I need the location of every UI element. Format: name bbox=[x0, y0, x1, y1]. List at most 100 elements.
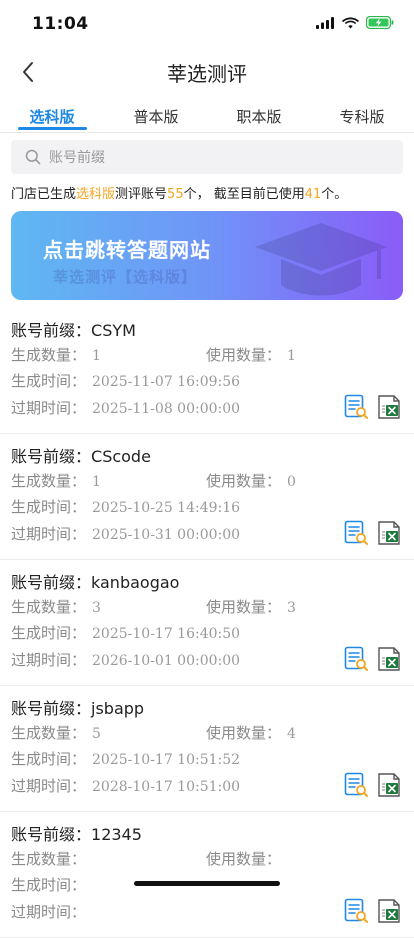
summary-text-1: 门店已生成 bbox=[11, 187, 77, 202]
expire-time-value: 2025-10-31 00:00:00 bbox=[92, 527, 241, 543]
created-time-value: 2025-11-07 16:09:56 bbox=[92, 374, 241, 390]
generated-count: 生成数量： 1 bbox=[11, 344, 101, 365]
banner-subtitle: 莘选测评【选科版】 bbox=[53, 268, 198, 286]
excel-export-button[interactable] bbox=[376, 520, 402, 546]
report-search-icon bbox=[343, 394, 369, 424]
used-count-label: 使用数量： bbox=[206, 472, 282, 490]
generated-count-label: 生成数量： bbox=[11, 472, 87, 490]
expire-time-value: 2025-11-08 00:00:00 bbox=[92, 401, 241, 417]
used-count-label: 使用数量： bbox=[206, 850, 282, 868]
wifi-icon bbox=[342, 17, 359, 28]
expire-time-label: 过期时间： bbox=[11, 525, 87, 543]
status-icons bbox=[316, 16, 394, 29]
expire-time-label: 过期时间： bbox=[11, 399, 87, 417]
graduation-cap-icon bbox=[255, 223, 387, 296]
excel-export-button[interactable] bbox=[376, 772, 402, 798]
expire-time: 过期时间： bbox=[11, 901, 92, 922]
created-time: 生成时间： bbox=[11, 874, 92, 895]
report-search-button[interactable] bbox=[343, 772, 369, 798]
used-count-label: 使用数量： bbox=[206, 598, 282, 616]
page-title: 莘选测评 bbox=[167, 62, 247, 86]
tab-puben[interactable]: 普本版 bbox=[133, 106, 178, 127]
expire-time: 过期时间： 2026-10-01 00:00:00 bbox=[11, 649, 240, 670]
excel-export-icon bbox=[376, 773, 402, 802]
summary-edition: 选科版 bbox=[76, 187, 116, 202]
account-card: 账号前缀：kanbaogao 生成数量： 3 使用数量： 3 生成时间： 2025-10-1… bbox=[0, 560, 414, 686]
status-time: 11:04 bbox=[32, 14, 89, 34]
generated-count-value: 5 bbox=[92, 726, 101, 742]
used-count-value: 0 bbox=[287, 474, 296, 490]
excel-export-button[interactable] bbox=[376, 898, 402, 924]
account-card: 账号前缀：CScode 生成数量： 1 使用数量： 0 生成时间： 2025-10-25 1… bbox=[0, 434, 414, 560]
usage-summary: 门店已生成选科版测评账号55个， 截至目前已使用41个。 bbox=[11, 183, 411, 202]
created-time-label: 生成时间： bbox=[11, 624, 87, 642]
used-count: 使用数量： 3 bbox=[206, 596, 296, 617]
account-prefix-label: 账号前缀： bbox=[11, 573, 92, 592]
search-input[interactable]: 账号前缀 bbox=[11, 140, 403, 174]
account-prefix-label: 账号前缀： bbox=[11, 447, 92, 466]
excel-export-icon bbox=[376, 899, 402, 928]
search-icon bbox=[25, 149, 41, 165]
account-card: 账号前缀：jsbapp 生成数量： 5 使用数量： 4 生成时间： 2025-10-17 1… bbox=[0, 686, 414, 812]
account-prefix: 账号前缀：kanbaogao bbox=[11, 569, 179, 593]
expire-time-label: 过期时间： bbox=[11, 903, 87, 921]
summary-used-count: 41 bbox=[304, 187, 322, 202]
summary-text-2: 测评账号 bbox=[115, 187, 168, 202]
created-time: 生成时间： 2025-10-25 14:49:16 bbox=[11, 496, 240, 517]
used-count-value: 1 bbox=[287, 348, 296, 364]
excel-export-button[interactable] bbox=[376, 394, 402, 420]
excel-export-icon bbox=[376, 395, 402, 424]
excel-export-icon bbox=[376, 647, 402, 676]
excel-export-button[interactable] bbox=[376, 646, 402, 672]
account-prefix: 账号前缀：CScode bbox=[11, 443, 151, 467]
summary-text-4: 个。 bbox=[321, 187, 348, 202]
account-prefix-value: CScode bbox=[91, 447, 151, 466]
generated-count-label: 生成数量： bbox=[11, 346, 87, 364]
used-count-label: 使用数量： bbox=[206, 724, 282, 742]
generated-count-label: 生成数量： bbox=[11, 724, 87, 742]
generated-count-value: 3 bbox=[92, 600, 101, 616]
report-search-button[interactable] bbox=[343, 394, 369, 420]
generated-count: 生成数量： 5 bbox=[11, 722, 101, 743]
expire-time-value: 2026-10-01 00:00:00 bbox=[92, 653, 241, 669]
report-search-button[interactable] bbox=[343, 898, 369, 924]
used-count: 使用数量： 0 bbox=[206, 470, 296, 491]
account-prefix: 账号前缀：CSYM bbox=[11, 317, 136, 341]
status-bar: 11:04 bbox=[0, 0, 414, 48]
report-search-icon bbox=[343, 646, 369, 676]
account-prefix-label: 账号前缀： bbox=[11, 825, 92, 844]
tab-xuanke[interactable]: 选科版 bbox=[29, 106, 74, 127]
expire-time-label: 过期时间： bbox=[11, 777, 87, 795]
report-search-icon bbox=[343, 772, 369, 802]
expire-time: 过期时间： 2025-11-08 00:00:00 bbox=[11, 397, 240, 418]
generated-count-value: 1 bbox=[92, 474, 101, 490]
expire-time: 过期时间： 2025-10-31 00:00:00 bbox=[11, 523, 240, 544]
search-placeholder: 账号前缀 bbox=[49, 150, 105, 166]
account-prefix-value: 12345 bbox=[91, 825, 142, 844]
used-count: 使用数量： bbox=[206, 848, 287, 869]
created-time: 生成时间： 2025-10-17 16:40:50 bbox=[11, 622, 240, 643]
expire-time-value: 2028-10-17 10:51:00 bbox=[92, 779, 241, 795]
tab-zhuanke[interactable]: 专科版 bbox=[339, 106, 384, 127]
generated-count-label: 生成数量： bbox=[11, 850, 87, 868]
account-prefix-value: jsbapp bbox=[91, 699, 145, 718]
generated-count-value: 1 bbox=[92, 348, 101, 364]
report-search-button[interactable] bbox=[343, 520, 369, 546]
summary-generated-count: 55 bbox=[167, 187, 184, 202]
report-search-button[interactable] bbox=[343, 646, 369, 672]
created-time-label: 生成时间： bbox=[11, 876, 87, 894]
account-prefix-value: CSYM bbox=[91, 321, 136, 340]
signal-icon bbox=[316, 16, 334, 29]
expire-time: 过期时间： 2028-10-17 10:51:00 bbox=[11, 775, 240, 796]
answer-site-banner[interactable]: 点击跳转答题网站 莘选测评【选科版】 bbox=[11, 211, 403, 300]
report-search-icon bbox=[343, 520, 369, 550]
summary-text-3: 个， 截至目前已使用 bbox=[183, 187, 305, 202]
created-time-label: 生成时间： bbox=[11, 498, 87, 516]
account-card: 账号前缀：CSYM 生成数量： 1 使用数量： 1 生成时间： 2025-11-07 16:… bbox=[0, 308, 414, 434]
generated-count-label: 生成数量： bbox=[11, 598, 87, 616]
tab-zhiben[interactable]: 职本版 bbox=[236, 106, 281, 127]
account-card: 账号前缀：12345 生成数量： 使用数量： 生成时间： 过期时间： bbox=[0, 812, 414, 938]
created-time: 生成时间： 2025-11-07 16:09:56 bbox=[11, 370, 240, 391]
home-indicator[interactable] bbox=[134, 881, 280, 886]
used-count-value: 4 bbox=[287, 726, 296, 742]
